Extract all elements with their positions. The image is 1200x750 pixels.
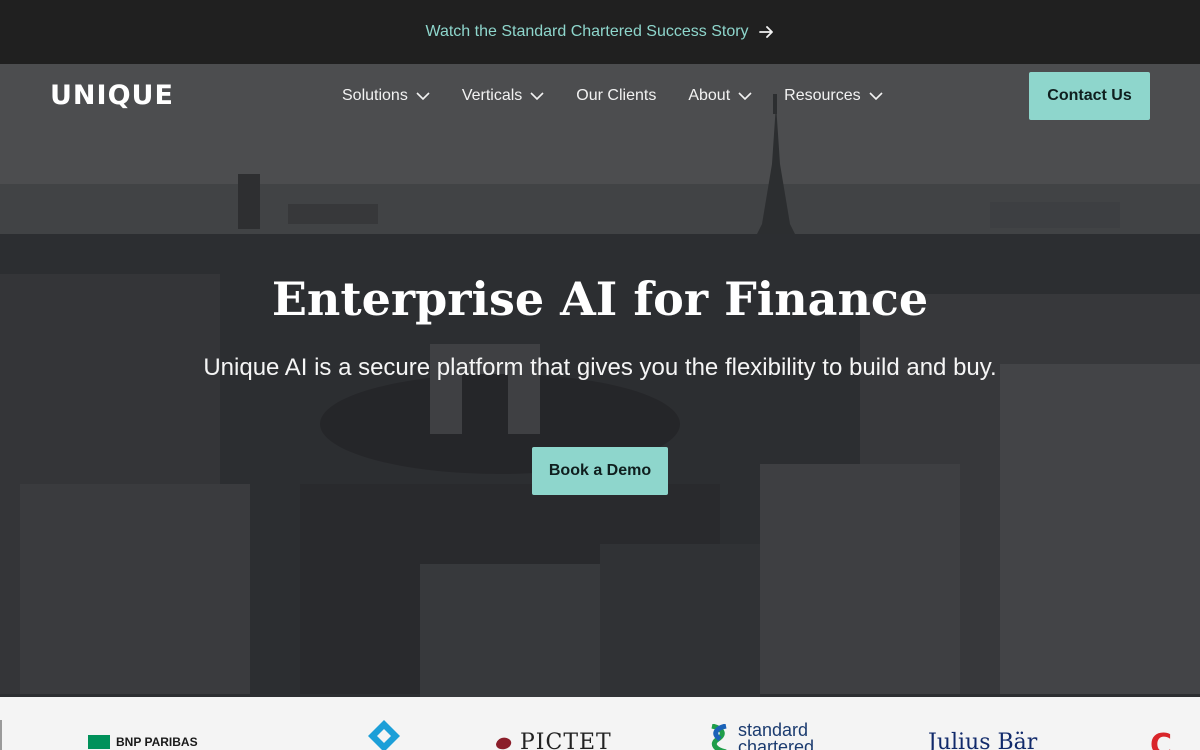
hero-title: Enterprise AI for Finance (271, 272, 929, 326)
julius-baer-logo: Julius Bär (928, 730, 1038, 750)
nav-item-label: Resources (784, 87, 861, 104)
chevron-down-icon (869, 92, 883, 100)
standard-chartered-logo: standard chartered (708, 721, 815, 750)
book-demo-button[interactable]: Book a Demo (532, 447, 668, 495)
nav-item-label: Verticals (461, 87, 523, 104)
nav-item-resources[interactable]: Resources (784, 87, 883, 105)
bnp-mark-icon (88, 735, 110, 749)
sc-word-2: chartered (738, 737, 815, 750)
standard-chartered-mark-icon (711, 724, 727, 750)
carousel-edge (0, 720, 2, 750)
unique-logo[interactable]: UNIQUE (50, 80, 174, 111)
contact-us-button[interactable]: Contact Us (1029, 72, 1150, 120)
standard-chartered-wordmark: standard chartered (738, 721, 815, 750)
hero-subtitle: Unique AI is a secure platform that give… (203, 354, 997, 381)
pictet-logo-text: PICTET (520, 730, 612, 750)
nav-item-about[interactable]: About (688, 87, 752, 105)
nav-item-label: Solutions (342, 87, 408, 104)
chevron-down-icon (530, 92, 544, 100)
diamond-logo-icon (368, 720, 400, 750)
nav-item-label: About (688, 87, 731, 104)
nav-item-our-clients[interactable]: Our Clients (576, 87, 656, 105)
partial-client-logo: C (1150, 728, 1173, 750)
chevron-down-icon (416, 92, 430, 100)
pictet-logo: PICTET (494, 730, 612, 750)
bnp-paribas-logo: BNP PARIBAS (88, 735, 198, 749)
main-nav: Solutions Verticals Our Clients About Re… (342, 64, 883, 128)
pictet-crest-icon (496, 737, 512, 749)
bnp-logo-text: BNP PARIBAS (116, 735, 198, 749)
announcement-text: Watch the Standard Chartered Success Sto… (425, 23, 749, 40)
announcement-link[interactable]: Watch the Standard Chartered Success Sto… (0, 0, 1200, 64)
nav-item-verticals[interactable]: Verticals (462, 87, 544, 105)
nav-item-solutions[interactable]: Solutions (342, 87, 430, 105)
chevron-down-icon (738, 92, 752, 100)
nav-item-label: Our Clients (576, 87, 657, 104)
arrow-right-icon (758, 26, 773, 38)
